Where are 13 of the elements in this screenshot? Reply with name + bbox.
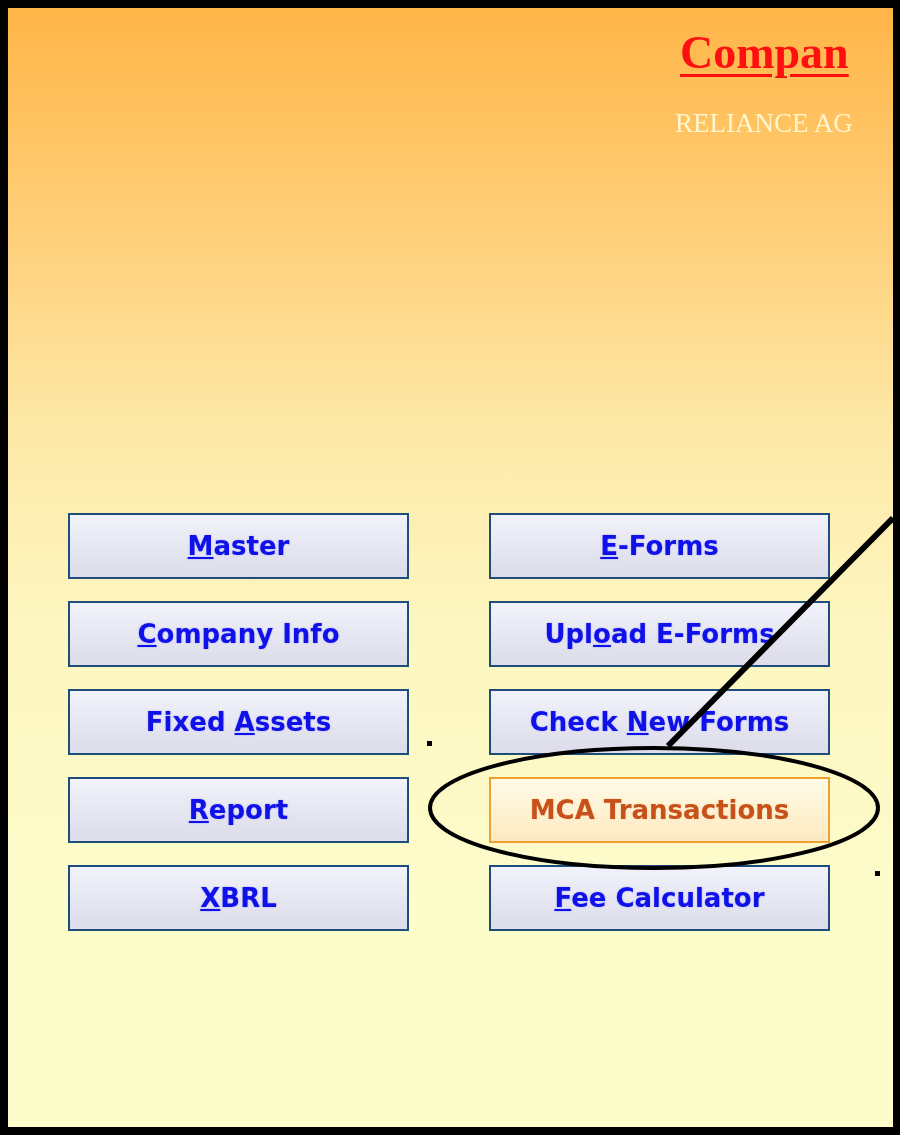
company-name: RELIANCE AG [675,110,853,137]
menu-button[interactable]: Fixed Assets [68,689,409,755]
menu-button[interactable]: Master [68,513,409,579]
menu-button[interactable]: Report [68,777,409,843]
company-title: Compan [680,30,849,76]
menu-button[interactable]: XBRL [68,865,409,931]
dot-mark [875,871,880,876]
menu-button[interactable]: MCA Transactions [489,777,830,843]
dot-mark [427,741,432,746]
menu-button[interactable]: Fee Calculator [489,865,830,931]
menu-button[interactable]: Company Info [68,601,409,667]
menu-button[interactable]: E-Forms [489,513,830,579]
menu-button[interactable]: Upload E-Forms [489,601,830,667]
